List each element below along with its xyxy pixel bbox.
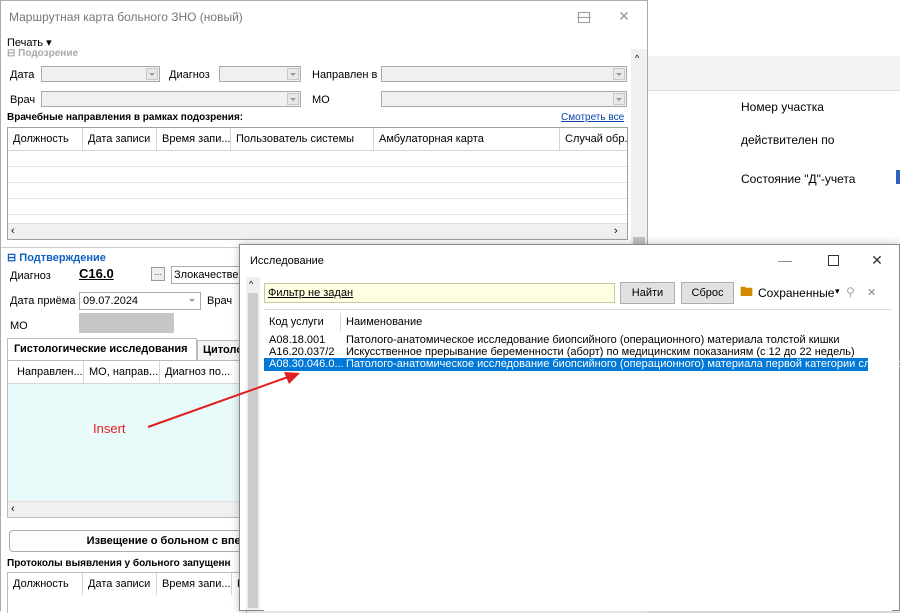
arrow-line xyxy=(147,376,289,428)
annotation-arrow xyxy=(147,372,300,428)
